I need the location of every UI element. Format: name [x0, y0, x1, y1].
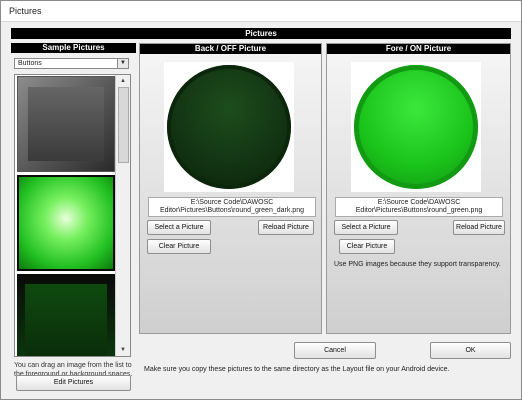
fore-reload-picture-button[interactable]: Reload Picture [453, 220, 505, 235]
list-item[interactable] [17, 175, 115, 271]
fore-path-line1: E:\Source Code\DAWOSC [377, 199, 461, 206]
sample-pictures-panel: Sample Pictures Buttons ▼ ▲ ▼ You can dr… [11, 43, 136, 398]
back-picture-header: Back / OFF Picture [140, 44, 321, 54]
category-dropdown[interactable]: Buttons ▼ [14, 58, 129, 69]
cancel-button[interactable]: Cancel [294, 342, 376, 359]
back-reload-picture-button[interactable]: Reload Picture [258, 220, 314, 235]
fore-clear-picture-button[interactable]: Clear Picture [339, 239, 395, 254]
scrollbar-thumb[interactable] [118, 87, 129, 163]
back-picture-preview [164, 62, 294, 192]
fore-picture-panel: Fore / ON Picture E:\Source Code\DAWOSC … [326, 43, 511, 334]
back-picture-path: E:\Source Code\DAWOSC Editor\Pictures\Bu… [148, 197, 316, 217]
back-clear-picture-button[interactable]: Clear Picture [147, 239, 211, 254]
back-select-picture-button[interactable]: Select a Picture [147, 220, 211, 235]
list-item[interactable] [17, 274, 115, 356]
fore-picture-header: Fore / ON Picture [327, 44, 510, 54]
fore-select-picture-button[interactable]: Select a Picture [334, 220, 398, 235]
fore-path-line2: Editor\Pictures\Buttons\round_green.png [355, 207, 483, 214]
fore-picture-path: E:\Source Code\DAWOSC Editor\Pictures\Bu… [335, 197, 503, 217]
pictures-banner: Pictures [11, 28, 511, 39]
edit-pictures-button[interactable]: Edit Pictures [16, 375, 131, 391]
back-path-line2: Editor\Pictures\Buttons\round_green_dark… [160, 207, 304, 214]
scroll-down-icon[interactable]: ▼ [116, 344, 130, 356]
png-transparency-note: Use PNG images because they support tran… [334, 261, 501, 268]
sample-pictures-list[interactable]: ▲ ▼ [14, 74, 131, 357]
title-bar: Pictures [1, 1, 521, 22]
list-item[interactable] [17, 76, 115, 172]
copy-pictures-note: Make sure you copy these pictures to the… [144, 366, 450, 373]
ok-button[interactable]: OK [430, 342, 511, 359]
pictures-window: Pictures Pictures Sample Pictures Button… [0, 0, 522, 400]
fore-picture-preview [351, 62, 481, 192]
chevron-down-icon[interactable]: ▼ [117, 59, 128, 68]
back-path-line1: E:\Source Code\DAWOSC [190, 199, 274, 206]
round-dark-green-button-image [167, 65, 291, 189]
window-title: Pictures [9, 6, 42, 16]
back-picture-panel: Back / OFF Picture E:\Source Code\DAWOSC… [139, 43, 322, 334]
sample-pictures-header: Sample Pictures [11, 43, 136, 53]
scroll-up-icon[interactable]: ▲ [116, 75, 130, 87]
list-scrollbar[interactable]: ▲ ▼ [115, 75, 130, 356]
round-green-button-image [354, 65, 478, 189]
category-dropdown-value: Buttons [18, 60, 42, 67]
